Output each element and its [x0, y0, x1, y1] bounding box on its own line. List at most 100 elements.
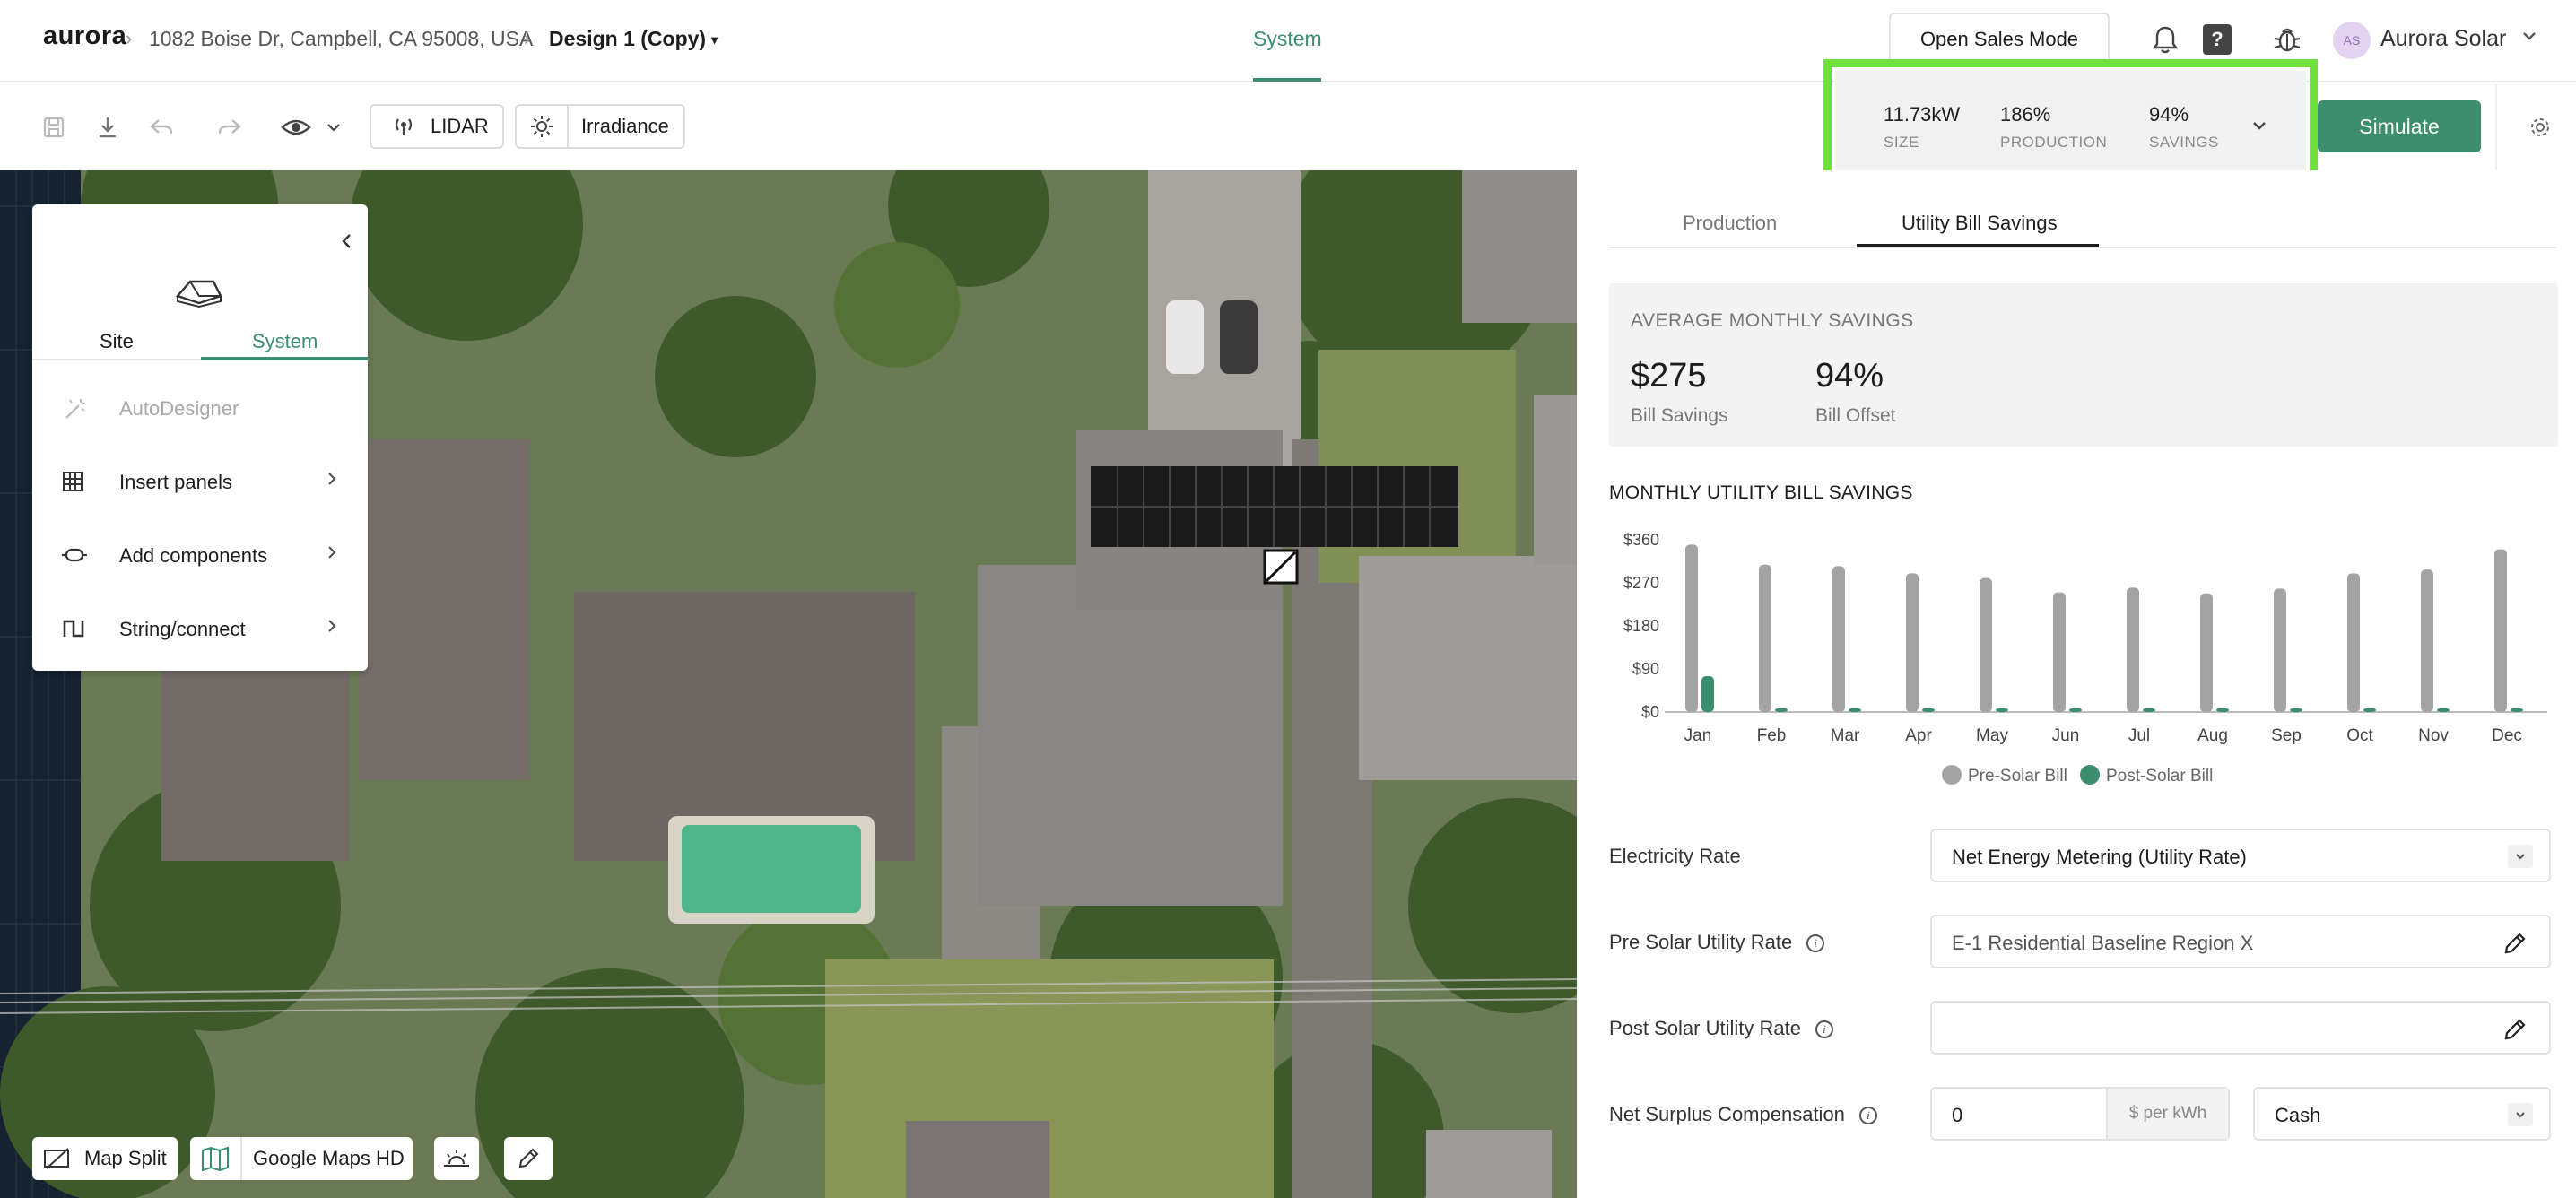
chevron-down-icon[interactable] — [2520, 27, 2538, 49]
string-icon — [61, 617, 86, 645]
x-tick-label: Jun — [2052, 726, 2080, 745]
edit-pencil-icon[interactable] — [2502, 1017, 2528, 1046]
pre-solar-bar — [2053, 592, 2066, 712]
stat-production-label: PRODUCTION — [2000, 134, 2108, 151]
post-solar-bar — [2069, 708, 2082, 712]
tool-item-autodesigner[interactable]: AutoDesigner — [32, 369, 368, 441]
nsc-value: 0 — [1952, 1104, 1963, 1126]
nsc-type-select[interactable]: Cash — [2253, 1087, 2551, 1141]
visibility-eye-icon[interactable] — [278, 109, 314, 145]
download-icon[interactable] — [90, 109, 126, 145]
design-selector[interactable]: Design 1 (Copy) ▾ — [549, 27, 718, 51]
net-surplus-compensation-label: Net Surplus Compensation i — [1609, 1103, 1877, 1126]
notifications-bell-icon[interactable] — [2147, 22, 2183, 57]
account-name[interactable]: Aurora Solar — [2380, 26, 2506, 52]
map-source-label: Google Maps HD — [253, 1147, 405, 1169]
undo-icon[interactable] — [144, 109, 179, 145]
tool-item-string-connect[interactable]: String/connect — [32, 590, 368, 662]
stat-production: 186% PRODUCTION — [2000, 103, 2107, 152]
stats-expand-chevron-icon[interactable] — [2251, 117, 2267, 138]
map-split-label: Map Split — [84, 1147, 167, 1169]
panel-tab-site[interactable]: Site — [100, 330, 134, 353]
stat-size-label: SIZE — [1884, 134, 1919, 151]
tool-item-add-components[interactable]: Add components — [32, 517, 368, 588]
y-tick-label: $90 — [1632, 660, 1659, 678]
breadcrumb-separator-icon: › — [126, 27, 133, 49]
x-tick-label: Mar — [1831, 726, 1860, 745]
y-tick-label: $180 — [1623, 617, 1659, 635]
post-solar-bar — [2290, 708, 2302, 712]
magic-wand-icon — [61, 396, 88, 428]
y-tick-label: $270 — [1623, 574, 1659, 592]
legend-swatch-post-solar — [2080, 765, 2100, 785]
pre-solar-bar — [2274, 588, 2286, 712]
pre-solar-bar — [2421, 569, 2433, 712]
stat-savings-label: SAVINGS — [2149, 134, 2219, 151]
breadcrumb-separator-icon: › — [524, 27, 531, 49]
nsc-value-input[interactable]: 0 $ per kWh — [1930, 1087, 2230, 1141]
pre-solar-bar — [1832, 566, 1845, 712]
post-solar-bar — [2363, 708, 2376, 712]
map-split-button[interactable]: Map Split — [32, 1137, 178, 1180]
post-solar-bar — [1996, 708, 2008, 712]
map-source-google-maps-hd[interactable]: Google Maps HD — [190, 1137, 413, 1180]
pre-solar-rate-field[interactable]: E-1 Residential Baseline Region X — [1930, 915, 2551, 968]
tool-item-label: Insert panels — [119, 471, 232, 493]
sun-icon — [517, 106, 569, 147]
aurora-logo[interactable]: aurora — [43, 22, 126, 51]
pencil-icon — [517, 1147, 540, 1170]
open-sales-mode-button[interactable]: Open Sales Mode — [1889, 13, 2110, 66]
info-icon[interactable]: i — [1806, 934, 1825, 953]
legend-swatch-pre-solar — [1942, 765, 1962, 785]
sunrise-icon — [442, 1148, 471, 1169]
caret-down-icon: ▾ — [711, 32, 718, 48]
tool-item-insert-panels[interactable]: Insert panels — [32, 443, 368, 515]
system-stats-summary[interactable]: 11.73kW SIZE 186% PRODUCTION 94% SAVINGS — [1835, 71, 2306, 178]
info-icon[interactable]: i — [1815, 1020, 1833, 1039]
stat-savings: 94% SAVINGS — [2149, 103, 2219, 152]
pre-solar-bar — [2347, 573, 2360, 712]
measure-edit-button[interactable] — [504, 1137, 553, 1180]
edit-pencil-icon[interactable] — [2502, 931, 2528, 960]
post-solar-bar — [2216, 708, 2229, 712]
stat-size-value: 11.73kW — [1884, 103, 1961, 126]
nav-tab-system[interactable]: System — [1253, 27, 1322, 51]
y-tick-label: $360 — [1623, 531, 1659, 549]
panel-tab-active-indicator — [201, 357, 368, 360]
collapse-panel-chevron-icon[interactable] — [339, 231, 355, 256]
settings-gear-icon[interactable] — [2522, 109, 2558, 145]
nsc-unit: $ per kWh — [2106, 1089, 2228, 1139]
pre-solar-rate-label: Pre Solar Utility Rate i — [1609, 931, 1825, 954]
electricity-rate-value: Net Energy Metering (Utility Rate) — [1952, 846, 2247, 868]
electricity-rate-select[interactable]: Net Energy Metering (Utility Rate) — [1930, 829, 2551, 882]
lidar-label: LIDAR — [431, 115, 489, 137]
redo-icon[interactable] — [212, 109, 248, 145]
roof-house-icon — [174, 276, 224, 313]
visibility-chevron-down-icon[interactable] — [316, 109, 352, 145]
avatar[interactable]: AS — [2333, 22, 2371, 59]
pre-solar-bar — [1906, 573, 1919, 712]
irradiance-toggle[interactable]: Irradiance — [515, 104, 685, 149]
breadcrumb-address[interactable]: 1082 Boise Dr, Campbell, CA 95008, USA — [149, 27, 533, 51]
save-icon[interactable] — [36, 109, 72, 145]
x-tick-label: Apr — [1905, 726, 1932, 745]
tool-item-label: Add components — [119, 544, 268, 567]
post-solar-bar — [2511, 708, 2523, 712]
x-tick-label: Feb — [1757, 726, 1787, 745]
panel-tab-system[interactable]: System — [252, 330, 318, 353]
info-icon[interactable]: i — [1858, 1107, 1877, 1125]
post-solar-rate-field[interactable] — [1930, 1001, 2551, 1055]
bug-report-icon[interactable] — [2269, 22, 2305, 57]
stat-savings-value: 94% — [2149, 103, 2189, 126]
component-icon — [61, 543, 88, 571]
sun-shade-button[interactable] — [434, 1137, 479, 1180]
help-icon[interactable]: ? — [2199, 22, 2235, 57]
lidar-button[interactable]: LIDAR — [370, 104, 504, 149]
map-split-icon — [43, 1146, 72, 1171]
post-solar-bar — [1701, 676, 1714, 712]
legend-label-post-solar: Post-Solar Bill — [2106, 767, 2213, 786]
chevron-down-icon — [2508, 1103, 2533, 1126]
x-tick-label: Sep — [2271, 726, 2302, 745]
simulate-button[interactable]: Simulate — [2318, 100, 2481, 152]
post-solar-bar — [1849, 708, 1861, 712]
